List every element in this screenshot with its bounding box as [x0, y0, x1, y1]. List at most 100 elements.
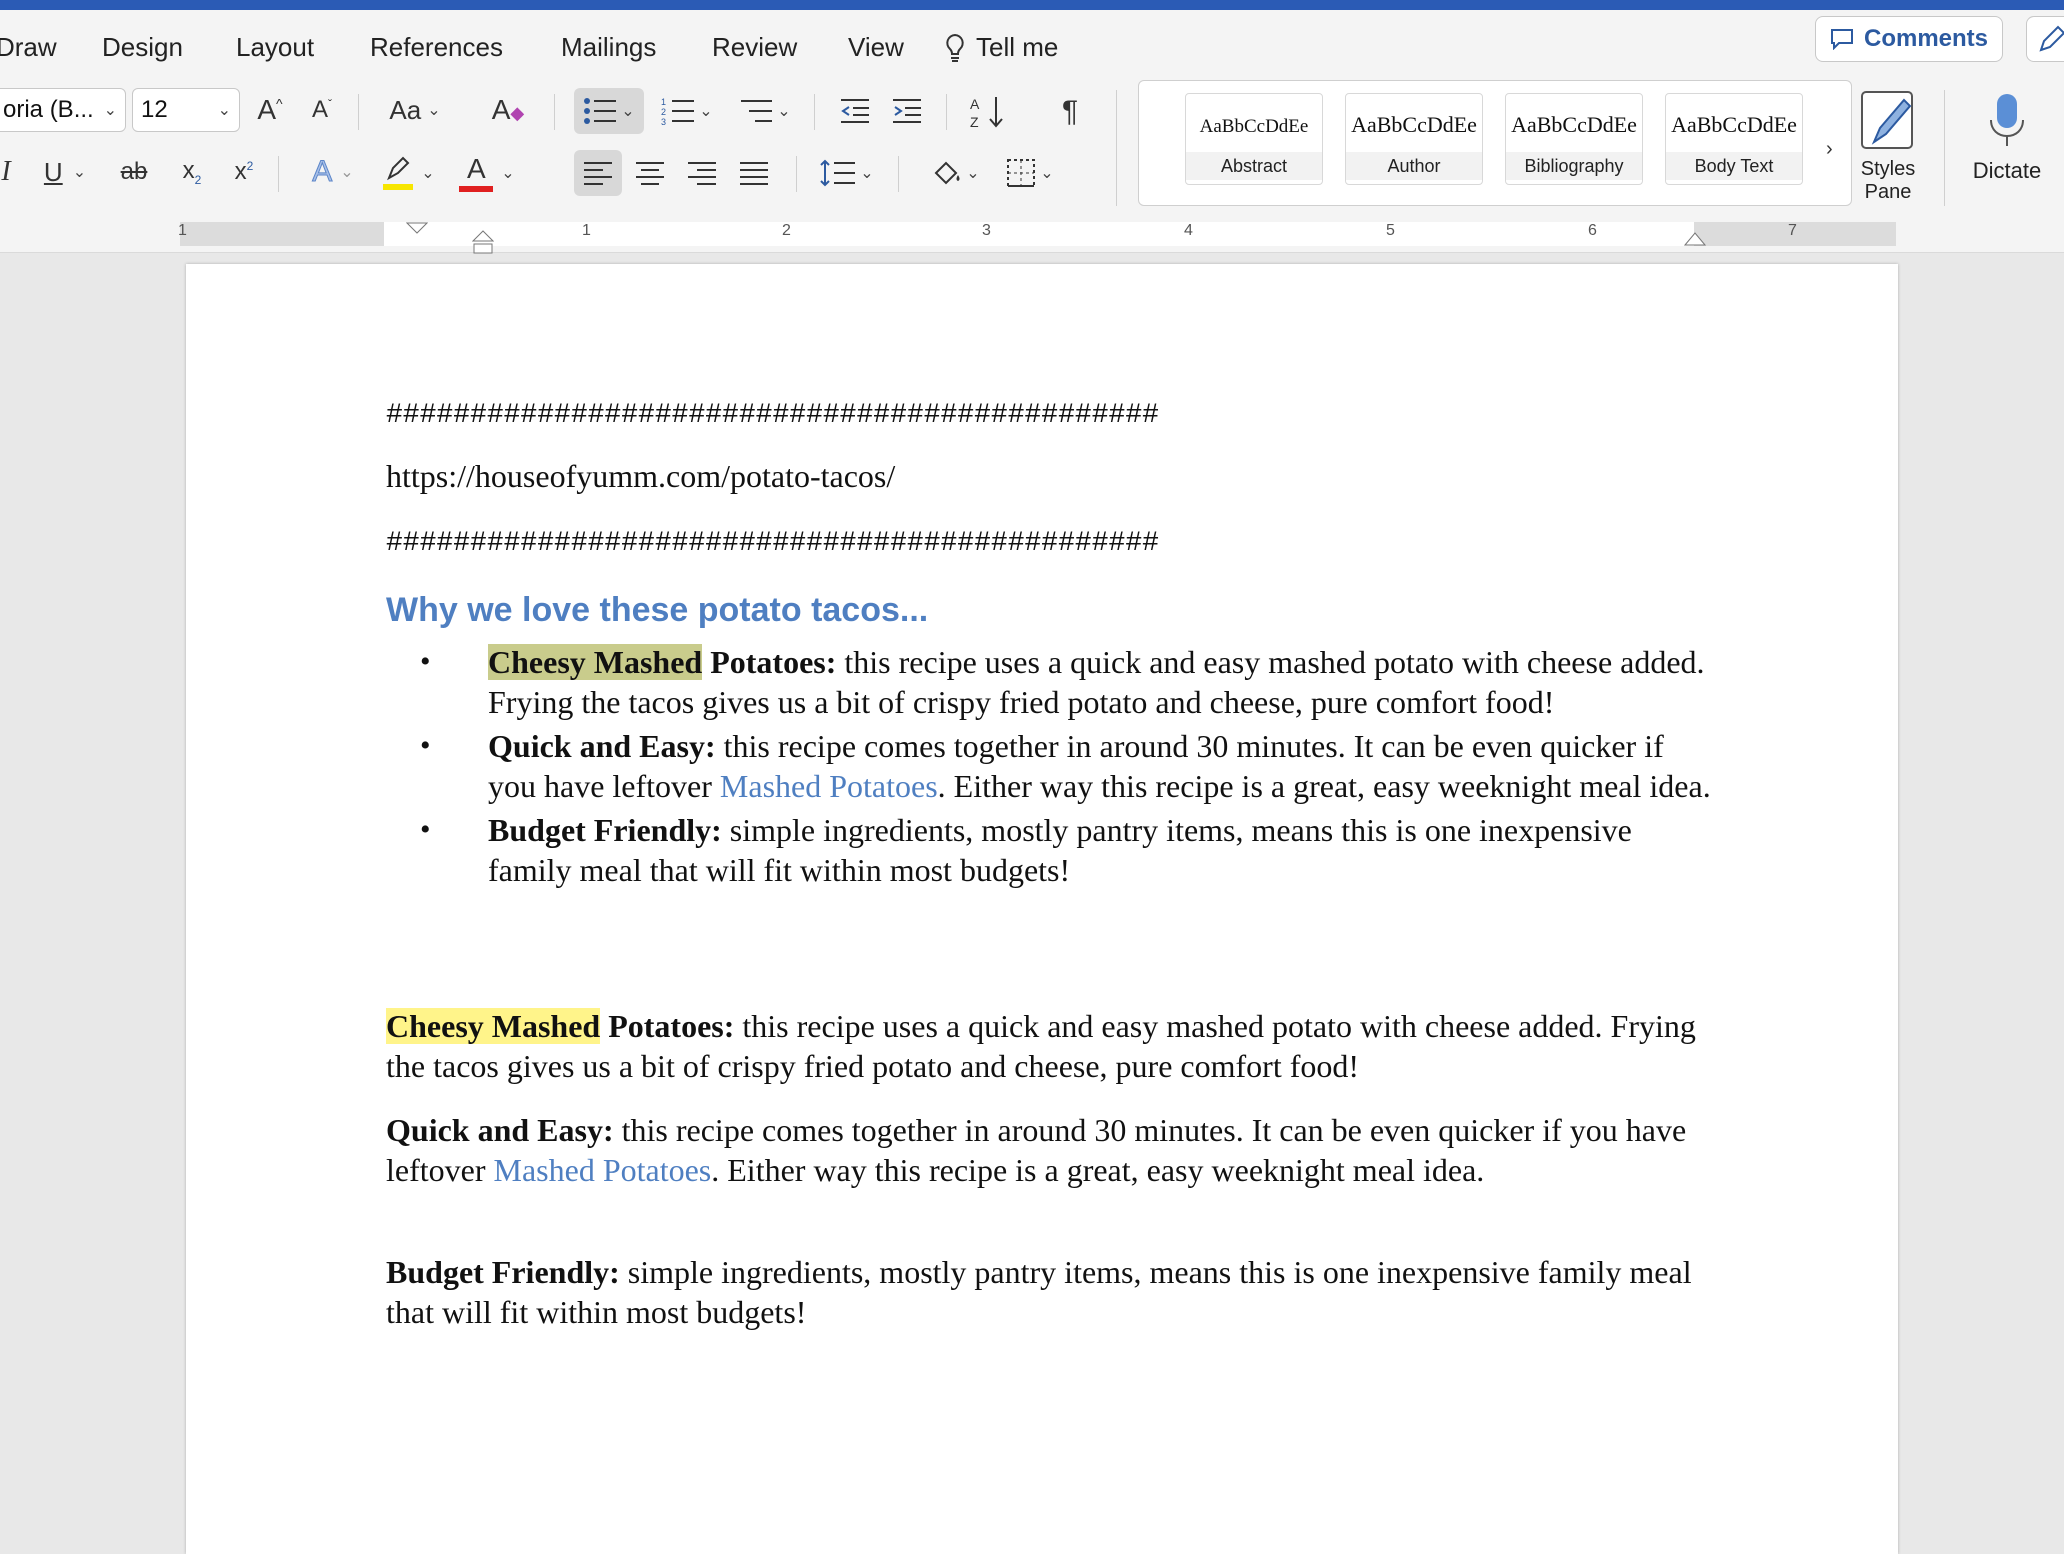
mashed-potatoes-link[interactable]: Mashed Potatoes [720, 768, 938, 804]
style-bibliography[interactable]: AaBbCcDdEe Bibliography [1505, 93, 1643, 185]
change-case-button[interactable]: Aa ⌄ [380, 90, 450, 130]
numbered-list-icon: 123 [661, 97, 695, 125]
chevron-down-icon: ⌄ [501, 165, 515, 182]
shading-button[interactable]: ⌄ [924, 150, 988, 196]
style-body-text[interactable]: AaBbCcDdEe Body Text [1665, 93, 1803, 185]
show-formatting-marks-button[interactable]: ¶ [1050, 90, 1090, 134]
style-author[interactable]: AaBbCcDdEe Author [1345, 93, 1483, 185]
right-indent-marker[interactable] [1684, 232, 1706, 246]
svg-text:Z: Z [970, 114, 979, 129]
align-center-button[interactable] [628, 150, 672, 196]
chevron-down-icon: ⌄ [777, 103, 791, 120]
strikethrough-button[interactable]: ab [114, 152, 154, 192]
bullet-icon: • [420, 729, 431, 762]
ruler-number: 1 [178, 222, 187, 239]
ruler-left-margin [180, 222, 384, 246]
styles-pane-button[interactable]: Styles Pane [1850, 90, 1926, 204]
svg-text:1: 1 [661, 97, 666, 107]
sort-button[interactable]: AZ [966, 90, 1010, 134]
multilevel-list-button[interactable]: ⌄ [730, 90, 800, 132]
svg-text:3: 3 [661, 117, 666, 125]
text-effects-button[interactable]: A ⌄ [300, 152, 366, 192]
comments-button[interactable]: Comments [1815, 16, 2003, 62]
dictate-button[interactable]: Dictate [1962, 90, 2052, 184]
font-color-button[interactable]: A ⌄ [454, 152, 520, 194]
chevron-down-icon: ⌄ [699, 103, 713, 120]
numbering-button[interactable]: 123 ⌄ [654, 90, 720, 132]
comments-label: Comments [1863, 25, 1989, 52]
style-sample: AaBbCcDdEe [1671, 112, 1797, 137]
clear-formatting-icon: A◆ [491, 94, 525, 125]
font-name-dropdown[interactable]: oria (B... ⌄ [0, 88, 126, 132]
superscript-icon: x2 [234, 158, 254, 185]
justify-button[interactable] [732, 150, 776, 196]
grow-font-icon: A^ [257, 94, 283, 125]
underline-button[interactable]: U ⌄ [40, 152, 90, 192]
style-abstract[interactable]: AaBbCcDdEe Abstract [1185, 93, 1323, 185]
pencil-icon [2039, 25, 2064, 52]
ruler-number: 4 [1184, 222, 1193, 239]
align-center-icon [636, 162, 664, 185]
hanging-indent-marker[interactable] [472, 230, 494, 254]
divider [796, 156, 797, 192]
subscript-icon: x2 [182, 157, 202, 187]
gallery-next-button[interactable]: › [1826, 138, 1833, 161]
editing-button[interactable] [2026, 16, 2064, 62]
superscript-button[interactable]: x2 [224, 152, 264, 192]
borders-button[interactable]: ⌄ [998, 150, 1062, 196]
ribbon: Draw Design Layout References Mailings R… [0, 10, 2064, 219]
item-title: Budget Friendly: [488, 812, 722, 848]
decrease-indent-button[interactable] [834, 90, 876, 132]
tab-layout[interactable]: Layout [236, 32, 314, 63]
highlight-color-bar [383, 184, 414, 190]
styles-pane-label-1: Styles [1860, 158, 1916, 180]
styles-gallery: AaBbCcDdEe Abstract AaBbCcDdEe Author Aa… [1138, 80, 1852, 206]
ruler-track: 1 1 2 3 4 5 6 7 [178, 222, 1896, 254]
tab-mailings[interactable]: Mailings [561, 32, 656, 63]
decrease-indent-icon [841, 99, 869, 123]
comment-icon [1830, 29, 1853, 50]
shrink-font-button[interactable]: Aˇ [302, 90, 342, 130]
italic-button[interactable]: I [0, 152, 18, 192]
multilevel-list-icon [741, 100, 773, 122]
ruler-number: 1 [582, 222, 591, 239]
tab-draw[interactable]: Draw [0, 32, 57, 63]
line-spacing-button[interactable]: ⌄ [814, 150, 880, 196]
document-page[interactable]: ########################################… [186, 264, 1898, 1554]
subscript-button[interactable]: x2 [172, 152, 212, 192]
divider [278, 156, 279, 192]
chevron-down-icon: ⌄ [340, 164, 354, 181]
tab-review[interactable]: Review [712, 32, 797, 63]
divider [358, 94, 359, 130]
chevron-down-icon: ⌄ [217, 102, 231, 119]
paint-bucket-icon [934, 161, 960, 185]
align-left-button[interactable] [574, 150, 622, 196]
horizontal-ruler[interactable]: 1 1 2 3 4 5 6 7 [0, 218, 2064, 254]
bullet-list: • Cheesy Mashed Potatoes: this recipe us… [386, 642, 1716, 894]
grow-font-button[interactable]: A^ [250, 90, 290, 130]
mashed-potatoes-link[interactable]: Mashed Potatoes [494, 1152, 712, 1188]
dictate-label: Dictate [1972, 158, 2042, 183]
increase-indent-button[interactable] [886, 90, 928, 132]
bullets-button[interactable]: ⌄ [574, 88, 644, 134]
change-case-label: Aa [389, 94, 422, 125]
tell-me-search[interactable]: Tell me [944, 32, 1058, 63]
first-line-indent-marker[interactable] [406, 222, 428, 234]
divider [1944, 90, 1945, 206]
tab-design[interactable]: Design [102, 32, 183, 63]
divider [1116, 90, 1117, 206]
chevron-down-icon: ⌄ [72, 164, 87, 181]
highlight-button[interactable]: ⌄ [376, 152, 442, 194]
font-size-dropdown[interactable]: 12 ⌄ [132, 88, 240, 132]
font-color-bar [459, 186, 494, 192]
window-accent-bar [0, 0, 2064, 10]
chevron-down-icon: ⌄ [621, 103, 635, 120]
align-right-button[interactable] [680, 150, 724, 196]
increase-indent-icon [893, 99, 921, 123]
bullet-icon: • [420, 813, 431, 846]
chevron-down-icon: ⌄ [966, 165, 980, 182]
clear-formatting-button[interactable]: A◆ [488, 90, 528, 130]
list-item: • Budget Friendly: simple ingredients, m… [386, 810, 1716, 890]
tab-references[interactable]: References [370, 32, 503, 63]
tab-view[interactable]: View [848, 32, 904, 63]
